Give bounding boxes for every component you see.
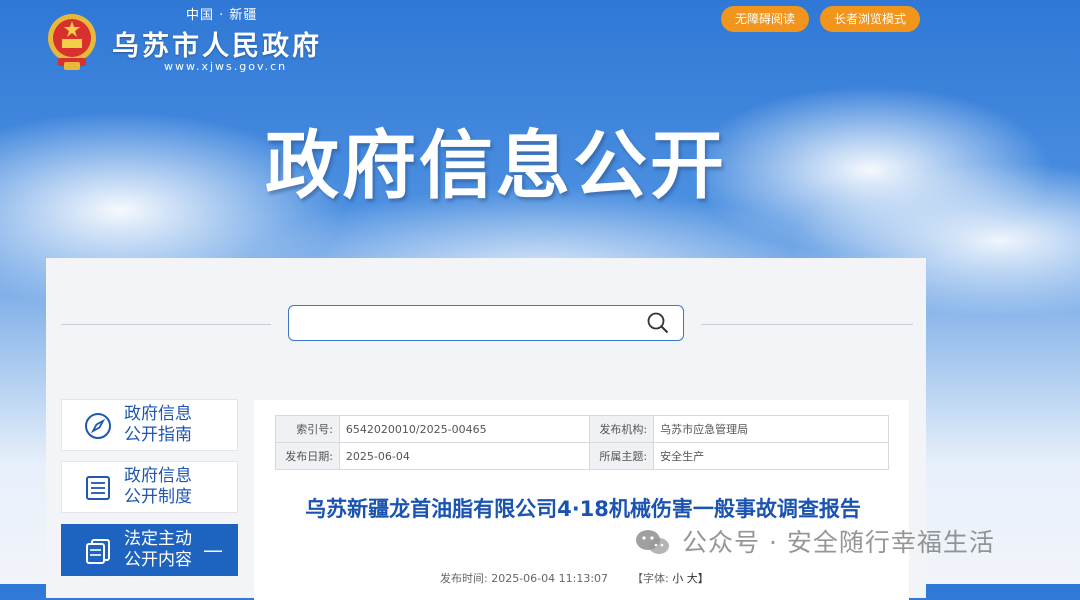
divider-right: [701, 324, 913, 325]
copy-pages-icon: [86, 539, 110, 564]
national-emblem-icon: [48, 14, 96, 70]
meta-key: 发布日期:: [275, 442, 340, 470]
meta-value: 乌苏市应急管理局: [653, 415, 889, 443]
search-input[interactable]: [288, 305, 684, 341]
search-icon[interactable]: [647, 312, 669, 334]
table-row: 索引号: 6542020010/2025-00465 发布机构: 乌苏市应急管理…: [275, 415, 889, 443]
meta-value: 安全生产: [653, 442, 889, 470]
elder-mode-button[interactable]: 长者浏览模式: [820, 6, 921, 32]
meta-value: 6542020010/2025-00465: [338, 415, 591, 443]
sidebar-item-label: 政府信息 公开制度: [124, 466, 192, 507]
site-name[interactable]: 乌苏市人民政府: [112, 24, 322, 63]
sidebar-item-guide[interactable]: 政府信息 公开指南: [61, 399, 238, 451]
sidebar-item-system[interactable]: 政府信息 公开制度: [61, 461, 238, 513]
collapse-toggle-icon[interactable]: —: [203, 538, 223, 562]
site-url: www.xjws.gov.cn: [164, 60, 288, 73]
accessibility-reading-button[interactable]: 无障碍阅读: [721, 6, 810, 32]
watermark-text: 公众号 · 安全随行幸福生活: [682, 528, 995, 557]
article-content: 索引号: 6542020010/2025-00465 发布机构: 乌苏市应急管理…: [254, 400, 909, 600]
meta-key: 索引号:: [275, 415, 340, 443]
wechat-icon: [636, 530, 669, 554]
meta-key: 发布机构:: [589, 415, 655, 443]
sidebar-item-statutory[interactable]: 法定主动 公开内容 —: [61, 524, 238, 576]
article-title: 乌苏新疆龙首油脂有限公司4·18机械伤害一般事故调查报告: [305, 497, 861, 521]
compass-icon: [85, 413, 111, 439]
font-large-button[interactable]: 大】: [687, 572, 709, 585]
table-row: 发布日期: 2025-06-04 所属主题: 安全生产: [275, 442, 889, 470]
divider-left: [61, 324, 271, 325]
font-small-button[interactable]: 小: [672, 572, 683, 585]
document-list-icon: [86, 476, 110, 500]
site-header: 中国 · 新疆 乌苏市人民政府 www.xjws.gov.cn 无障碍阅读 长者…: [0, 0, 1080, 90]
article-meta-table: 索引号: 6542020010/2025-00465 发布机构: 乌苏市应急管理…: [275, 415, 889, 470]
meta-key: 所属主题:: [589, 442, 655, 470]
sidebar-item-label: 政府信息 公开指南: [124, 404, 192, 445]
meta-value: 2025-06-04: [338, 442, 591, 470]
site-region-text: 中国 · 新疆: [186, 8, 258, 23]
hero-title: 政府信息公开: [265, 123, 727, 209]
